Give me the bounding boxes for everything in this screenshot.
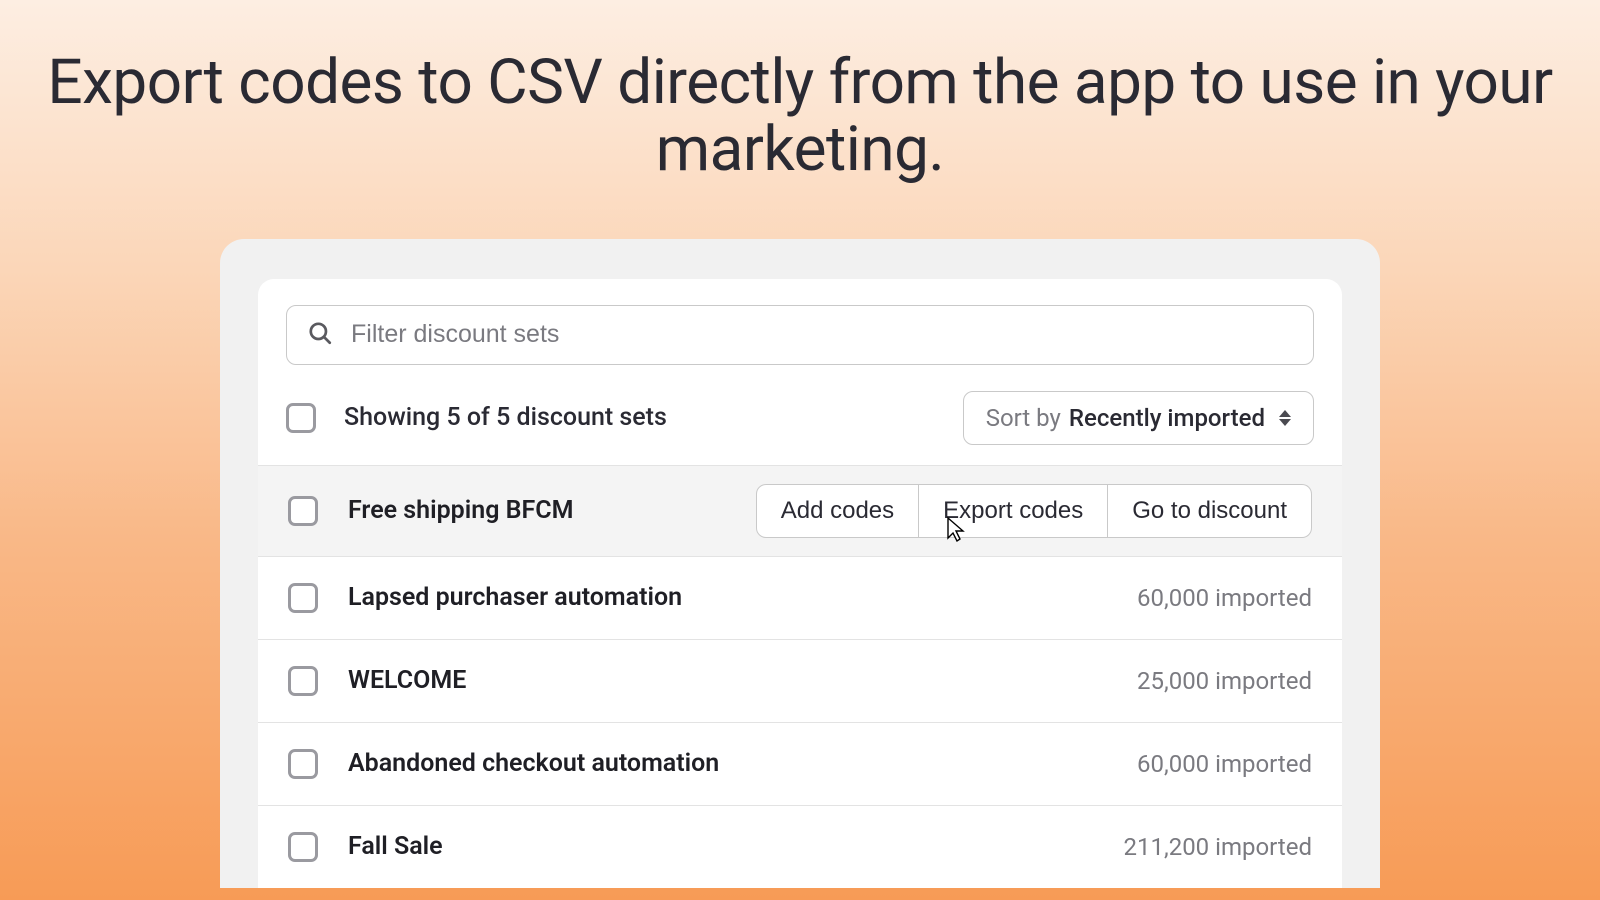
list-item[interactable]: Fall Sale 211,200 imported bbox=[258, 805, 1342, 888]
row-name: Abandoned checkout automation bbox=[348, 749, 719, 778]
discount-list: Free shipping BFCM Add codes Export code… bbox=[258, 465, 1342, 888]
select-all-checkbox[interactable] bbox=[286, 403, 316, 433]
row-name: Lapsed purchaser automation bbox=[348, 583, 682, 612]
list-item[interactable]: WELCOME 25,000 imported bbox=[258, 639, 1342, 722]
search-icon bbox=[307, 320, 333, 350]
sort-dropdown[interactable]: Sort by Recently imported bbox=[963, 391, 1314, 445]
row-status: 25,000 imported bbox=[1137, 667, 1312, 695]
add-codes-button[interactable]: Add codes bbox=[756, 484, 919, 538]
toolbar-left: Showing 5 of 5 discount sets bbox=[286, 403, 667, 433]
panel-container: Showing 5 of 5 discount sets Sort by Rec… bbox=[220, 239, 1380, 888]
row-checkbox[interactable] bbox=[288, 832, 318, 862]
search-row bbox=[258, 279, 1342, 375]
list-item[interactable]: Free shipping BFCM Add codes Export code… bbox=[258, 465, 1342, 556]
export-codes-button[interactable]: Export codes bbox=[919, 484, 1108, 538]
row-status: 60,000 imported bbox=[1137, 584, 1312, 612]
sort-label: Sort by bbox=[986, 404, 1061, 432]
row-name: Fall Sale bbox=[348, 832, 443, 861]
row-name: WELCOME bbox=[348, 666, 466, 695]
list-item[interactable]: Lapsed purchaser automation 60,000 impor… bbox=[258, 556, 1342, 639]
row-checkbox[interactable] bbox=[288, 749, 318, 779]
search-input[interactable] bbox=[351, 320, 1293, 349]
page-headline: Export codes to CSV directly from the ap… bbox=[0, 50, 1600, 184]
row-status: 60,000 imported bbox=[1137, 750, 1312, 778]
row-checkbox[interactable] bbox=[288, 496, 318, 526]
row-actions: Add codes Export codes Go to discount bbox=[756, 484, 1312, 538]
panel-card: Showing 5 of 5 discount sets Sort by Rec… bbox=[258, 279, 1342, 888]
row-checkbox[interactable] bbox=[288, 583, 318, 613]
sort-value: Recently imported bbox=[1069, 404, 1265, 432]
search-box[interactable] bbox=[286, 305, 1314, 365]
row-name: Free shipping BFCM bbox=[348, 496, 573, 525]
row-status: 211,200 imported bbox=[1124, 833, 1312, 861]
showing-count: Showing 5 of 5 discount sets bbox=[344, 403, 667, 432]
row-checkbox[interactable] bbox=[288, 666, 318, 696]
sort-caret-icon bbox=[1279, 410, 1291, 426]
go-to-discount-button[interactable]: Go to discount bbox=[1108, 484, 1312, 538]
list-item[interactable]: Abandoned checkout automation 60,000 imp… bbox=[258, 722, 1342, 805]
toolbar-row: Showing 5 of 5 discount sets Sort by Rec… bbox=[258, 375, 1342, 465]
